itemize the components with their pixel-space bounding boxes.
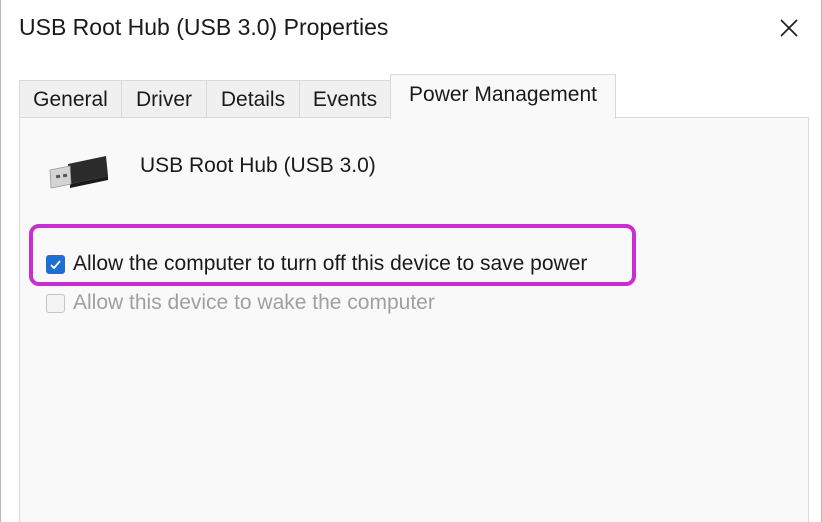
close-icon (780, 19, 798, 37)
allow-turn-off-checkbox[interactable] (46, 254, 65, 274)
power-management-panel: USB Root Hub (USB 3.0) Allow the compute… (19, 117, 809, 522)
tab-driver[interactable]: Driver (121, 80, 207, 118)
tab-power-management[interactable]: Power Management (390, 74, 616, 119)
tab-label: Details (220, 87, 286, 111)
tab-label: Power Management (409, 83, 597, 106)
tab-details[interactable]: Details (206, 80, 300, 118)
checkmark-icon (50, 259, 61, 269)
option-allow-turn-off[interactable]: Allow the computer to turn off this devi… (46, 250, 587, 278)
option-label: Allow this device to wake the computer (73, 291, 435, 314)
tab-label: General (33, 87, 108, 111)
close-button[interactable] (771, 10, 807, 46)
tab-label: Events (312, 87, 378, 111)
option-allow-wake: Allow this device to wake the computer (46, 289, 435, 317)
tab-general[interactable]: General (19, 80, 122, 118)
title-bar: USB Root Hub (USB 3.0) Properties (1, 0, 821, 56)
window-title: USB Root Hub (USB 3.0) Properties (19, 14, 389, 40)
device-name: USB Root Hub (USB 3.0) (140, 154, 376, 177)
usb-connector-icon (49, 156, 108, 189)
tab-strip: General Driver Details Events Power Mana… (19, 74, 809, 119)
option-label: Allow the computer to turn off this devi… (73, 252, 588, 275)
tab-events[interactable]: Events (299, 80, 391, 118)
tab-label: Driver (136, 87, 192, 111)
properties-dialog: USB Root Hub (USB 3.0) Properties Genera… (0, 0, 822, 522)
allow-wake-checkbox (46, 293, 65, 313)
